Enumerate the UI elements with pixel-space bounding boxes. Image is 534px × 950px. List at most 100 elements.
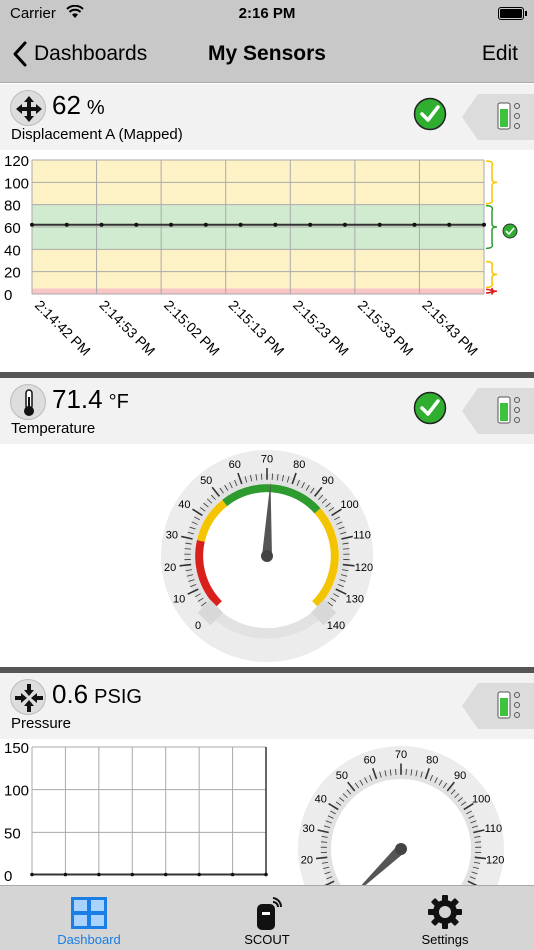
sensor-name: Pressure <box>11 715 72 732</box>
pressure-chart: 150 100 50 0 <box>4 740 268 885</box>
navigation-bar: Dashboards My Sensors Edit <box>0 28 534 83</box>
data-point <box>99 222 104 227</box>
gauge-label: 120 <box>486 855 504 867</box>
pressure-arrows-icon <box>10 679 46 715</box>
gauge-tick <box>320 841 328 843</box>
gauge-label: 70 <box>395 749 407 761</box>
tab-settings-label: Settings <box>421 932 469 947</box>
y-tick-label: 120 <box>4 153 29 170</box>
gauge-hub <box>395 843 407 855</box>
gear-icon <box>428 895 462 929</box>
data-point <box>30 872 34 877</box>
data-point <box>169 222 174 227</box>
data-point <box>63 872 68 877</box>
range-bracket <box>485 160 498 205</box>
dashboard-grid-icon <box>71 897 107 929</box>
gauge-label: 80 <box>293 459 305 471</box>
page-title: My Sensors <box>208 42 326 65</box>
gauge-label: 0 <box>195 620 201 632</box>
gauge-tick <box>474 841 482 843</box>
y-tick-label: 60 <box>4 220 21 237</box>
gauge-label: 50 <box>200 475 212 487</box>
y-tick-label: 100 <box>4 175 29 192</box>
x-tick-label: 2:15:13 PM <box>226 297 288 359</box>
gauge-label: 110 <box>485 823 503 835</box>
device-battery-icon[interactable] <box>462 378 534 444</box>
battery-icon <box>498 7 527 20</box>
tab-scout[interactable]: SCOUT <box>218 886 316 950</box>
chart-band <box>32 260 484 289</box>
data-point <box>447 222 452 227</box>
gauge-label: 40 <box>178 499 190 511</box>
gauge-label: 140 <box>327 620 345 632</box>
y-tick-label: 80 <box>4 198 21 215</box>
gauge-label: 120 <box>355 562 373 574</box>
thermometer-icon <box>10 384 46 420</box>
y-tick-label: 0 <box>4 287 12 304</box>
value-unit: °F <box>108 391 129 413</box>
gauge-label: 20 <box>301 855 313 867</box>
gauge-label: 40 <box>315 794 327 806</box>
sensor-value: 0.6 PSIG <box>52 679 142 710</box>
data-point <box>30 222 34 227</box>
gauge-label: 10 <box>173 593 185 605</box>
pressure-gauge: 102030405060708090100110120130140 <box>298 746 504 885</box>
data-point <box>134 222 139 227</box>
range-bracket <box>485 204 498 250</box>
x-tick-label: 2:15:02 PM <box>161 297 223 359</box>
sensor-value: 62% <box>52 90 105 121</box>
sensor-value: 71.4 °F <box>52 384 129 415</box>
y-tick-label: 20 <box>4 265 21 282</box>
y-tick-label: 150 <box>4 740 29 757</box>
tab-settings[interactable]: Settings <box>396 886 494 950</box>
x-tick-label: 2:14:42 PM <box>32 297 94 359</box>
x-tick-label: 2:15:23 PM <box>290 297 352 359</box>
displacement-chart: 1201008060402002:14:42 PM 2:14:53 PM 2:15:… <box>4 153 518 359</box>
tab-dashboard-label: Dashboard <box>57 932 121 947</box>
device-battery-icon[interactable] <box>462 84 534 150</box>
gauge-label: 60 <box>364 755 376 767</box>
gauge-label: 50 <box>336 770 348 782</box>
gauge-label: 110 <box>353 529 371 541</box>
y-tick-label: 40 <box>4 242 21 259</box>
sensor-card-header-temperature[interactable]: 71.4 °F Temperature <box>0 378 534 444</box>
range-bracket <box>485 287 498 295</box>
status-bar: Carrier 2:16 PM <box>0 0 534 28</box>
edit-button[interactable]: Edit <box>482 42 518 66</box>
value-number: 0.6 <box>52 679 89 709</box>
value-number: 71.4 <box>52 384 103 414</box>
sensor-name: Temperature <box>11 420 96 437</box>
data-point <box>264 872 268 877</box>
y-tick-label: 0 <box>4 868 12 885</box>
gauge-label: 90 <box>454 770 466 782</box>
data-point <box>482 222 486 227</box>
gauge-tick <box>184 548 192 550</box>
device-battery-icon[interactable] <box>462 673 534 739</box>
x-tick-label: 2:15:33 PM <box>355 297 417 359</box>
gauge-label: 30 <box>166 529 178 541</box>
tab-dashboard[interactable]: Dashboard <box>40 886 138 950</box>
gauge-label: 100 <box>340 499 358 511</box>
data-point <box>230 872 235 877</box>
clock: 2:16 PM <box>238 5 296 22</box>
gauge-label: 90 <box>322 475 334 487</box>
sensor-card-header-displacement[interactable]: 62% Displacement A (Mapped) <box>0 84 534 150</box>
data-point <box>97 872 101 877</box>
sensor-card-header-pressure[interactable]: 0.6 PSIG Pressure <box>0 673 534 739</box>
displacement-arrows-icon <box>10 90 46 126</box>
gauge-label: 60 <box>229 459 241 471</box>
temperature-gauge: 0 10 20 30 40 50 60 70 80 90 100 110 120 130 140 <box>161 450 373 662</box>
status-ok-check-icon <box>413 391 447 425</box>
data-point <box>342 222 347 227</box>
data-point <box>130 872 135 877</box>
gauge-label: 80 <box>426 755 438 767</box>
data-point <box>308 222 313 227</box>
value-unit: PSIG <box>94 686 142 708</box>
sensor-name: Displacement A (Mapped) <box>11 126 183 143</box>
y-tick-label: 100 <box>4 783 29 800</box>
x-tick-label: 2:15:43 PM <box>419 297 481 359</box>
gauge-label: 30 <box>302 823 314 835</box>
x-tick-label: 2:14:53 PM <box>96 297 158 359</box>
chart-band <box>32 249 484 261</box>
status-ok-check-icon <box>413 97 447 131</box>
